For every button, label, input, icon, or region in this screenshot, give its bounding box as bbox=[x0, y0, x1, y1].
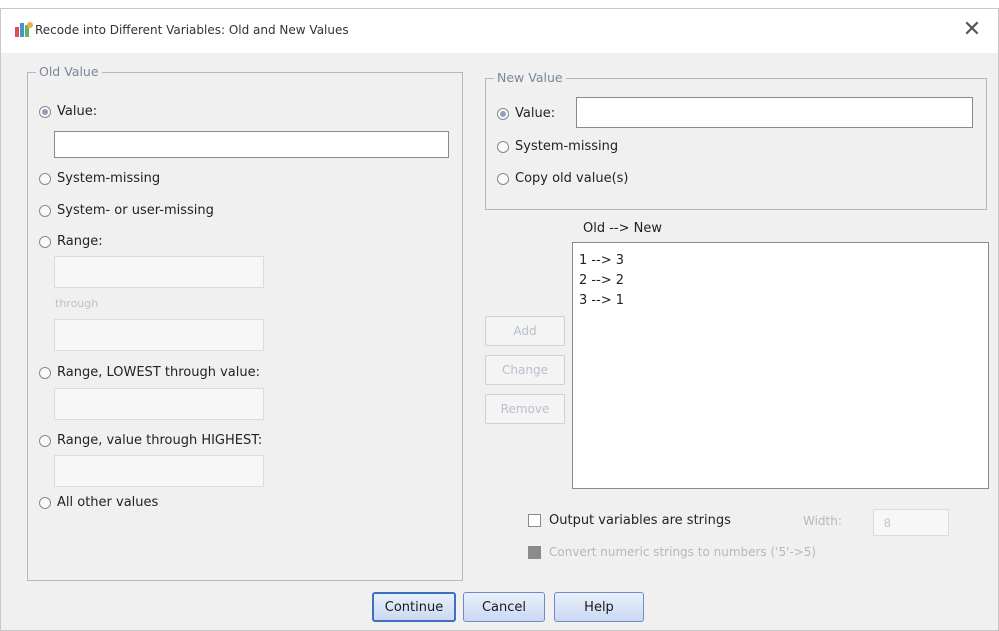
close-icon: ✕ bbox=[962, 17, 982, 42]
convert-numeric-label: Convert numeric strings to numbers ('5'-… bbox=[549, 545, 817, 559]
range-to-input[interactable] bbox=[54, 319, 264, 351]
old-value-legend: Old Value bbox=[36, 64, 102, 79]
range-from-input[interactable] bbox=[54, 256, 264, 288]
output-strings-checkbox[interactable]: Output variables are strings bbox=[528, 513, 731, 528]
help-button[interactable]: Help bbox=[554, 592, 644, 622]
new-system-missing-label: System-missing bbox=[515, 139, 619, 154]
old-system-missing-label: System-missing bbox=[57, 171, 161, 186]
window-title: Recode into Different Variables: Old and… bbox=[35, 23, 349, 37]
copy-old-values-radio[interactable]: Copy old value(s) bbox=[497, 171, 628, 186]
add-button[interactable]: Add bbox=[485, 316, 565, 346]
range-highest-input[interactable] bbox=[54, 455, 264, 487]
top-strip bbox=[0, 0, 999, 8]
output-strings-label: Output variables are strings bbox=[549, 513, 731, 528]
old-value-input[interactable] bbox=[54, 131, 449, 158]
range-highest-radio[interactable]: Range, value through HIGHEST: bbox=[39, 433, 262, 448]
list-item[interactable]: 3 --> 1 bbox=[579, 291, 982, 311]
new-value-legend: New Value bbox=[494, 70, 566, 85]
copy-old-values-label: Copy old value(s) bbox=[515, 171, 629, 186]
old-range-radio[interactable]: Range: bbox=[39, 234, 103, 249]
range-lowest-label: Range, LOWEST through value: bbox=[57, 365, 260, 380]
range-lowest-radio[interactable]: Range, LOWEST through value: bbox=[39, 365, 260, 380]
change-button[interactable]: Change bbox=[485, 355, 565, 385]
new-system-missing-radio[interactable]: System-missing bbox=[497, 139, 618, 154]
recode-dialog: Recode into Different Variables: Old and… bbox=[0, 8, 999, 631]
list-item[interactable]: 1 --> 3 bbox=[579, 251, 982, 271]
all-other-values-radio[interactable]: All other values bbox=[39, 495, 158, 510]
spss-app-icon bbox=[15, 22, 33, 37]
old-new-list[interactable]: 1 --> 3 2 --> 2 3 --> 1 bbox=[572, 242, 989, 489]
old-system-or-user-missing-label: System- or user-missing bbox=[57, 203, 214, 218]
new-value-input[interactable] bbox=[576, 97, 973, 128]
all-other-values-label: All other values bbox=[57, 495, 159, 510]
through-label: through bbox=[55, 297, 99, 310]
new-value-radio-label: Value: bbox=[515, 106, 556, 121]
old-system-or-user-missing-radio[interactable]: System- or user-missing bbox=[39, 203, 214, 218]
close-button[interactable]: ✕ bbox=[956, 15, 988, 45]
range-highest-label: Range, value through HIGHEST: bbox=[57, 433, 263, 448]
old-range-label: Range: bbox=[57, 234, 103, 249]
convert-numeric-checkbox[interactable]: Convert numeric strings to numbers ('5'-… bbox=[528, 545, 816, 559]
cancel-button[interactable]: Cancel bbox=[463, 592, 545, 622]
old-new-list-header: Old --> New bbox=[583, 221, 662, 236]
title-bar: Recode into Different Variables: Old and… bbox=[1, 9, 998, 53]
continue-button[interactable]: Continue bbox=[372, 592, 456, 622]
width-input[interactable] bbox=[873, 509, 949, 536]
old-system-missing-radio[interactable]: System-missing bbox=[39, 171, 160, 186]
range-lowest-input[interactable] bbox=[54, 388, 264, 420]
new-value-radio[interactable]: Value: bbox=[497, 106, 555, 121]
old-value-radio[interactable]: Value: bbox=[39, 104, 97, 119]
remove-button[interactable]: Remove bbox=[485, 394, 565, 424]
old-value-radio-label: Value: bbox=[57, 104, 98, 119]
list-item[interactable]: 2 --> 2 bbox=[579, 271, 982, 291]
width-label: Width: bbox=[803, 514, 842, 528]
